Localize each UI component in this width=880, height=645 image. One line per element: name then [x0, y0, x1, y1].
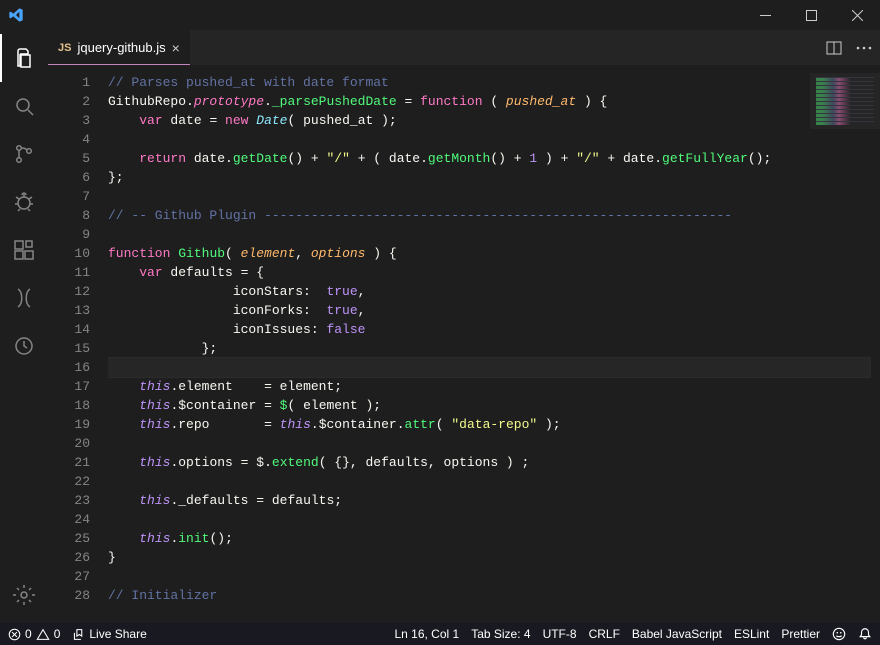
status-problems[interactable]: 0 0 [8, 627, 60, 641]
close-button[interactable] [834, 0, 880, 30]
status-bar: 0 0 Live Share Ln 16, Col 1 Tab Size: 4 … [0, 623, 880, 645]
more-actions-icon[interactable] [856, 46, 872, 50]
tab-label: jquery-github.js [77, 40, 165, 55]
status-cursor-position[interactable]: Ln 16, Col 1 [394, 627, 459, 641]
line-numbers: 1234567891011121314151617181920212223242… [48, 73, 108, 623]
status-prettier[interactable]: Prettier [781, 627, 820, 641]
status-live-share[interactable]: Live Share [72, 627, 146, 641]
remote-icon[interactable] [0, 274, 48, 322]
js-file-icon: JS [58, 42, 71, 54]
extensions-icon[interactable] [0, 226, 48, 274]
vscode-logo-icon [8, 7, 24, 23]
code-content[interactable]: // Parses pushed_at with date formatGith… [108, 73, 880, 623]
split-editor-icon[interactable] [826, 40, 842, 56]
title-bar [0, 0, 880, 30]
notification-bell-icon[interactable] [858, 627, 872, 641]
tab-file[interactable]: JS jquery-github.js × [48, 30, 191, 65]
activity-bar [0, 30, 48, 623]
status-encoding[interactable]: UTF-8 [543, 627, 577, 641]
maximize-button[interactable] [788, 0, 834, 30]
editor-area: JS jquery-github.js × 123456789101112131… [48, 30, 880, 623]
errors-count: 0 [25, 627, 32, 641]
settings-gear-icon[interactable] [0, 571, 48, 619]
close-tab-icon[interactable]: × [172, 40, 180, 56]
status-eol[interactable]: CRLF [589, 627, 620, 641]
debug-icon[interactable] [0, 178, 48, 226]
feedback-smiley-icon[interactable] [832, 627, 846, 641]
window-controls [742, 0, 880, 30]
status-eslint[interactable]: ESLint [734, 627, 769, 641]
minimap[interactable] [810, 73, 880, 129]
warnings-count: 0 [54, 627, 61, 641]
explorer-icon[interactable] [0, 34, 48, 82]
status-tab-size[interactable]: Tab Size: 4 [471, 627, 530, 641]
minimize-button[interactable] [742, 0, 788, 30]
code-editor[interactable]: 1234567891011121314151617181920212223242… [48, 73, 880, 623]
source-control-icon[interactable] [0, 130, 48, 178]
status-language[interactable]: Babel JavaScript [632, 627, 722, 641]
timeline-icon[interactable] [0, 322, 48, 370]
search-icon[interactable] [0, 82, 48, 130]
tabs-bar: JS jquery-github.js × [48, 30, 880, 65]
